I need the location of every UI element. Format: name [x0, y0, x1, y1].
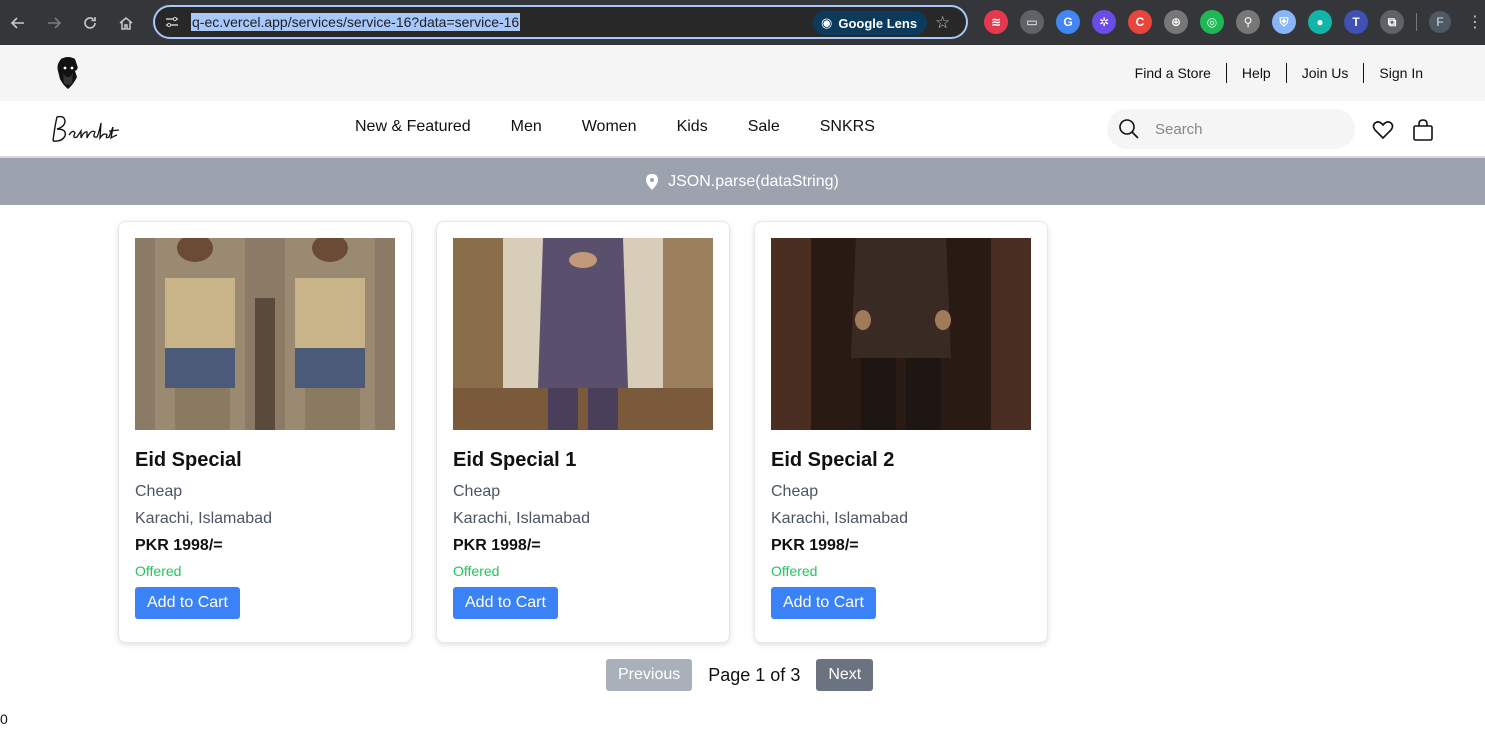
ext-globe-icon[interactable]: ⊕: [1164, 10, 1188, 34]
url-text[interactable]: q-ec.vercel.app/services/service-16?data…: [191, 13, 521, 31]
address-bar[interactable]: q-ec.vercel.app/services/service-16?data…: [153, 5, 968, 39]
product-image[interactable]: [453, 238, 713, 430]
utility-bar: Find a Store Help Join Us Sign In: [0, 45, 1485, 101]
browser-menu-icon[interactable]: ⋮: [1467, 12, 1483, 32]
add-to-cart-button[interactable]: Add to Cart: [453, 587, 558, 619]
ext-puzzle-icon[interactable]: ⧉: [1380, 10, 1404, 34]
product-price: PKR 1998/=: [453, 537, 541, 554]
product-image[interactable]: [135, 238, 395, 430]
nav-item-new-featured[interactable]: New & Featured: [355, 118, 471, 136]
location-banner: JSON.parse(dataString): [0, 158, 1485, 205]
arrow-left-icon: [10, 16, 24, 29]
lens-label: Google Lens: [838, 15, 918, 31]
nav-item-kids[interactable]: Kids: [677, 118, 708, 136]
product-status: Offered: [135, 563, 182, 579]
bookmark-star-icon[interactable]: ☆: [935, 13, 950, 33]
forward-button[interactable]: [36, 0, 72, 45]
search-box[interactable]: [1107, 109, 1355, 149]
product-location: Karachi, Islamabad: [135, 510, 272, 527]
banner-text: JSON.parse(dataString): [668, 172, 839, 190]
ext-c-icon[interactable]: C: [1128, 10, 1152, 34]
ext-shield-icon[interactable]: ⛨: [1272, 10, 1296, 34]
product-card[interactable]: Eid Special Cheap Karachi, Islamabad PKR 19…: [118, 221, 412, 643]
product-category: Cheap: [771, 483, 819, 500]
browser-toolbar: q-ec.vercel.app/services/service-16?data…: [0, 0, 1485, 45]
utility-link-sign-in[interactable]: Sign In: [1379, 65, 1423, 81]
utility-link-help[interactable]: Help: [1242, 65, 1271, 81]
product-title[interactable]: Eid Special 2: [771, 449, 1031, 472]
product-location: Karachi, Islamabad: [453, 510, 590, 527]
next-page-button[interactable]: Next: [816, 659, 874, 691]
product-grid: Eid Special Cheap Karachi, Islamabad PKR 19…: [118, 221, 1048, 643]
link-separator: [1285, 63, 1287, 83]
primary-menu: New & Featured Men Women Kids Sale SNKRS: [355, 118, 875, 136]
brand-logo-icon[interactable]: [53, 55, 83, 91]
ext-translate-icon[interactable]: G: [1056, 10, 1080, 34]
ext-window-icon[interactable]: ▭: [1020, 10, 1044, 34]
search-input[interactable]: [1155, 120, 1335, 138]
arrow-right-icon: [48, 16, 62, 29]
heart-icon[interactable]: [1372, 119, 1394, 141]
product-card[interactable]: Eid Special 2 Cheap Karachi, Islamabad PKR …: [754, 221, 1048, 643]
site-info-icon[interactable]: [155, 15, 189, 29]
link-separator: [1363, 63, 1365, 83]
ext-chat-icon[interactable]: ●: [1308, 10, 1332, 34]
home-icon: [119, 16, 133, 30]
reload-button[interactable]: [72, 0, 108, 45]
product-status: Offered: [453, 563, 500, 579]
ext-target-icon[interactable]: ◎: [1200, 10, 1224, 34]
ext-search-icon[interactable]: ⚲: [1236, 10, 1260, 34]
extensions-tray: ≋ ▭ G ✲ C ⊕ ◎ ⚲ ⛨ ● T ⧉ F ⋮: [984, 10, 1483, 34]
wordmark-logo[interactable]: [47, 111, 129, 149]
product-image[interactable]: [771, 238, 1031, 430]
back-button[interactable]: [0, 0, 36, 45]
ext-gear-icon[interactable]: ✲: [1092, 10, 1116, 34]
product-title[interactable]: Eid Special: [135, 449, 395, 472]
pagination: Previous Page 1 of 3 Next: [606, 659, 874, 691]
product-price: PKR 1998/=: [771, 537, 859, 554]
ext-translate2-icon[interactable]: T: [1344, 10, 1368, 34]
page-indicator: Page 1 of 3: [708, 664, 801, 685]
product-card[interactable]: Eid Special 1 Cheap Karachi, Islamabad PKR …: [436, 221, 730, 643]
previous-page-button[interactable]: Previous: [606, 659, 693, 691]
product-category: Cheap: [135, 483, 183, 500]
stray-text: 0: [0, 711, 8, 727]
profile-avatar[interactable]: F: [1429, 11, 1451, 33]
product-title[interactable]: Eid Special 1: [453, 449, 713, 472]
product-location: Karachi, Islamabad: [771, 510, 908, 527]
product-status: Offered: [771, 563, 818, 579]
product-category: Cheap: [453, 483, 501, 500]
nav-item-men[interactable]: Men: [511, 118, 542, 136]
toolbar-divider: [1416, 13, 1417, 31]
link-separator: [1225, 63, 1227, 83]
utility-link-join-us[interactable]: Join Us: [1302, 65, 1349, 81]
nav-item-women[interactable]: Women: [582, 118, 637, 136]
location-pin-icon: [646, 173, 659, 190]
home-button[interactable]: [108, 0, 144, 45]
ext-red-icon[interactable]: ≋: [984, 10, 1008, 34]
shopping-bag-icon[interactable]: [1412, 119, 1434, 141]
google-lens-button[interactable]: ◉ Google Lens: [813, 11, 928, 35]
reload-icon: [84, 16, 96, 29]
lens-icon: ◉: [821, 15, 833, 30]
main-nav: New & Featured Men Women Kids Sale SNKRS: [0, 101, 1485, 158]
utility-links: Find a Store Help Join Us Sign In: [1135, 63, 1423, 83]
nav-item-sale[interactable]: Sale: [748, 118, 780, 136]
utility-link-find-a-store[interactable]: Find a Store: [1135, 65, 1211, 81]
add-to-cart-button[interactable]: Add to Cart: [771, 587, 876, 619]
add-to-cart-button[interactable]: Add to Cart: [135, 587, 240, 619]
product-price: PKR 1998/=: [135, 537, 223, 554]
nav-item-snkrs[interactable]: SNKRS: [820, 118, 875, 136]
search-icon: [1109, 118, 1149, 140]
